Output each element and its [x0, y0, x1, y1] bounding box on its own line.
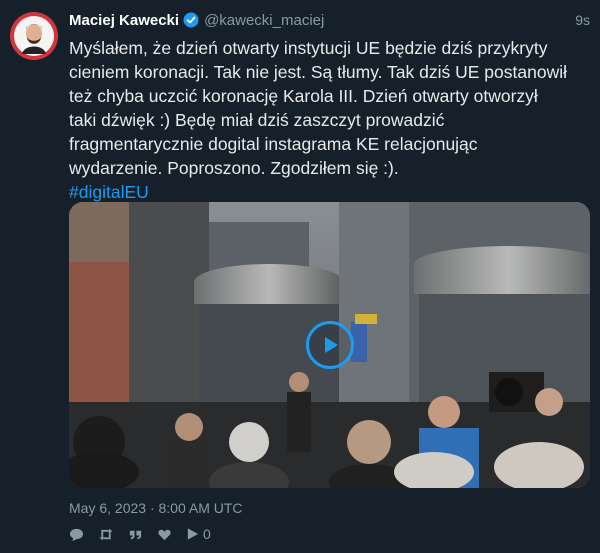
play-icon	[324, 337, 338, 353]
tweet-body: Myślałem, że dzień otwarty instytucji UE…	[69, 38, 567, 178]
verified-badge-icon	[183, 12, 199, 28]
comment-icon	[69, 528, 84, 541]
hashtag-link[interactable]: #digitalEU	[69, 182, 149, 202]
video-player[interactable]	[69, 202, 590, 488]
like-button[interactable]	[157, 527, 172, 542]
tweet: Maciej Kawecki @kawecki_maciej 9s Myślał…	[0, 0, 600, 553]
author-name[interactable]: Maciej Kawecki	[69, 12, 179, 29]
quote-button[interactable]	[128, 527, 143, 542]
tweet-header: Maciej Kawecki @kawecki_maciej 9s	[69, 10, 590, 30]
play-button[interactable]	[305, 321, 354, 369]
heart-icon	[158, 529, 171, 540]
quote-icon	[129, 530, 142, 539]
tweet-text: Myślałem, że dzień otwarty instytucji UE…	[69, 36, 569, 204]
avatar[interactable]	[10, 12, 58, 60]
author-handle[interactable]: @kawecki_maciej	[204, 12, 324, 29]
play-count-icon	[187, 528, 199, 540]
retweet-icon	[99, 528, 113, 540]
reply-button[interactable]	[69, 527, 84, 542]
tweet-timestamp[interactable]: May 6, 2023 · 8:00 AM UTC	[69, 500, 243, 516]
views-count: 0	[203, 526, 211, 542]
retweet-button[interactable]	[98, 527, 114, 542]
views-button[interactable]: 0	[186, 526, 211, 542]
tweet-actions: 0	[69, 526, 211, 542]
tweet-time[interactable]: 9s	[575, 12, 590, 28]
